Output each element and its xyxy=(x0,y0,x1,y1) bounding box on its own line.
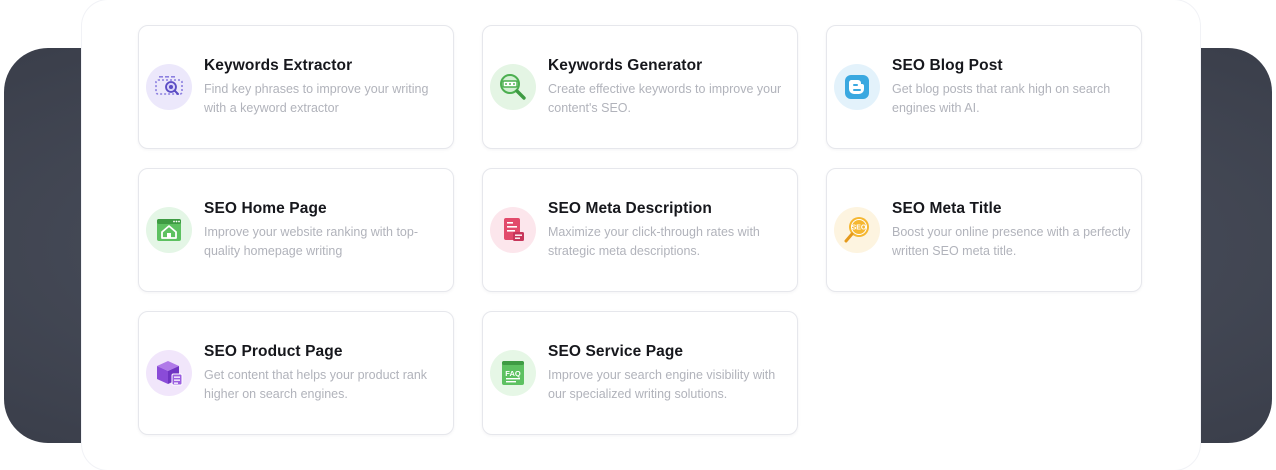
home-page-icon xyxy=(146,207,192,253)
tool-description: Create effective keywords to improve you… xyxy=(548,82,782,115)
tool-description: Improve your search engine visibility wi… xyxy=(548,368,776,401)
blog-icon xyxy=(834,64,880,110)
tool-title: SEO Service Page xyxy=(548,343,684,360)
tool-description: Get blog posts that rank high on search … xyxy=(892,82,1111,115)
tool-description: Get content that helps your product rank… xyxy=(204,368,428,401)
tool-card-seo-meta-description[interactable]: SEO Meta Description Maximize your click… xyxy=(482,168,798,292)
tool-title: Keywords Generator xyxy=(548,57,703,74)
tool-title: SEO Home Page xyxy=(204,200,327,217)
tool-description: Maximize your click-through rates with s… xyxy=(548,225,760,258)
tool-title: SEO Product Page xyxy=(204,343,343,360)
tool-title: SEO Meta Description xyxy=(548,200,712,217)
svg-text:SEO: SEO xyxy=(852,225,867,232)
tool-description: Find key phrases to improve your writing… xyxy=(204,82,429,115)
tool-card-seo-service-page[interactable]: FAQ SEO Service Page Improve your search… xyxy=(482,311,798,435)
keyword-generator-icon xyxy=(490,64,536,110)
tool-title: Keywords Extractor xyxy=(204,57,353,74)
seo-badge-icon: SEO xyxy=(834,207,880,253)
tools-panel: Keywords Extractor Find key phrases to i… xyxy=(82,0,1200,470)
tool-card-seo-meta-title[interactable]: SEO SEO Meta Title Boost your online pre… xyxy=(826,168,1142,292)
tool-description: Boost your online presence with a perfec… xyxy=(892,225,1131,258)
tool-card-keywords-generator[interactable]: Keywords Generator Create effective keyw… xyxy=(482,25,798,149)
tool-card-keywords-extractor[interactable]: Keywords Extractor Find key phrases to i… xyxy=(138,25,454,149)
tool-title: SEO Blog Post xyxy=(892,57,1003,74)
keyword-extractor-icon xyxy=(146,64,192,110)
tool-card-seo-home-page[interactable]: SEO Home Page Improve your website ranki… xyxy=(138,168,454,292)
tool-card-seo-blog-post[interactable]: SEO Blog Post Get blog posts that rank h… xyxy=(826,25,1142,149)
product-box-icon xyxy=(146,350,192,396)
tool-description: Improve your website ranking with top-qu… xyxy=(204,225,418,258)
svg-text:FAQ: FAQ xyxy=(505,369,521,378)
tool-title: SEO Meta Title xyxy=(892,200,1002,217)
meta-description-icon xyxy=(490,207,536,253)
tool-card-seo-product-page[interactable]: SEO Product Page Get content that helps … xyxy=(138,311,454,435)
faq-icon: FAQ xyxy=(490,350,536,396)
